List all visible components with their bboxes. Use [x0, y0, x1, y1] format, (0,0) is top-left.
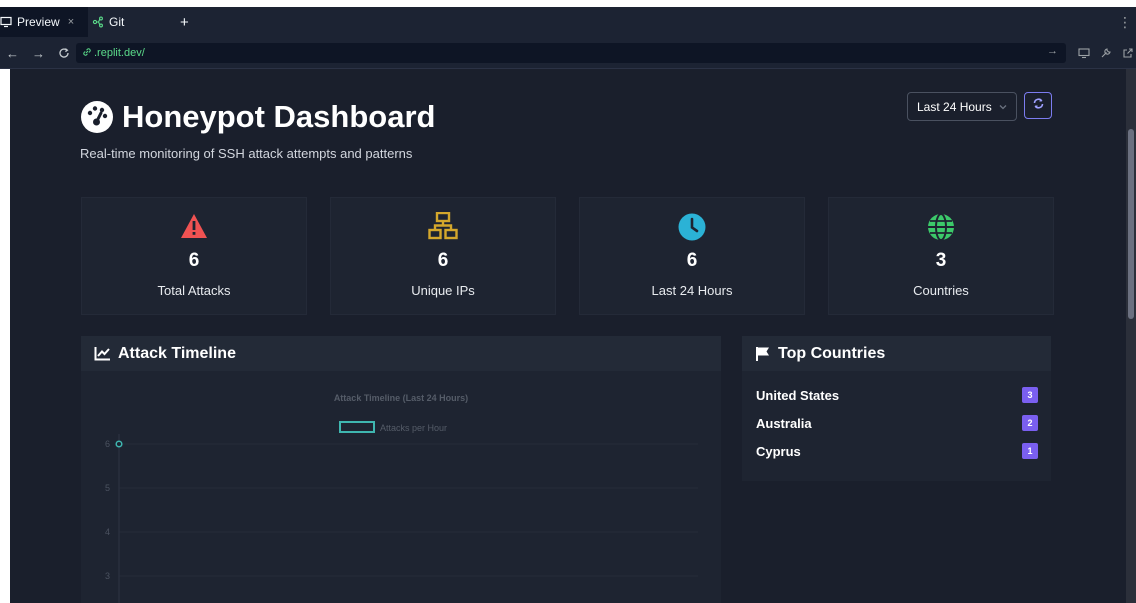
country-row: United States 3 [756, 385, 1038, 405]
devices-icon[interactable] [1078, 37, 1090, 69]
close-tab-icon[interactable]: × [68, 16, 74, 28]
chart-title: Attack Timeline (Last 24 Hours) [334, 393, 468, 403]
monitor-icon [0, 16, 12, 28]
y-tick-label: 5 [105, 483, 110, 493]
stat-card-countries: 3 Countries [828, 197, 1054, 315]
url-text: .replit.dev/ [94, 47, 145, 59]
count-badge: 3 [1022, 387, 1038, 403]
top-countries-title: Top Countries [778, 344, 886, 362]
country-name: United States [756, 387, 840, 403]
attack-timeline-header: Attack Timeline [81, 336, 721, 371]
dashboard-page: Honeypot Dashboard Real-time monitoring … [10, 69, 1126, 603]
gauge-icon [80, 100, 114, 134]
warning-triangle-icon [82, 212, 306, 240]
chart-series [115, 440, 123, 448]
page-subtitle: Real-time monitoring of SSH attack attem… [80, 146, 413, 161]
page-scrollbar[interactable] [1126, 69, 1136, 603]
legend-label[interactable]: Attacks per Hour [380, 423, 447, 433]
address-field[interactable]: .replit.dev/ → [76, 43, 1066, 63]
tab-preview-label: Preview [17, 15, 60, 29]
tab-git-label: Git [109, 15, 125, 29]
stat-value: 6 [686, 250, 698, 271]
stat-card-unique-ips: 6 Unique IPs [330, 197, 556, 315]
attack-timeline-chart: Attack Timeline (Last 24 Hours) Attacks … [105, 393, 698, 603]
y-tick-label: 4 [105, 527, 110, 537]
browser-tab-bar: Preview × Git + ⋮ [0, 7, 1136, 37]
attack-timeline-title: Attack Timeline [118, 344, 236, 362]
tab-preview[interactable]: Preview × [0, 7, 88, 37]
stat-label: Countries [913, 283, 969, 298]
stat-label: Last 24 Hours [651, 283, 733, 298]
stat-card-last-24-hours: 6 Last 24 Hours [579, 197, 805, 315]
page-title: Honeypot Dashboard [80, 95, 435, 139]
chart-grid [119, 443, 698, 577]
forward-arrow-icon[interactable]: → [32, 37, 45, 69]
stat-value: 6 [188, 250, 200, 271]
stat-label: Total Attacks [157, 283, 231, 298]
wrench-icon[interactable] [1100, 37, 1112, 69]
stat-value: 6 [437, 250, 449, 271]
external-link-icon[interactable] [1122, 37, 1134, 69]
top-countries-panel: Top Countries United States 3 Australia … [742, 336, 1051, 481]
legend-swatch[interactable] [339, 421, 375, 433]
clock-icon [580, 212, 804, 242]
globe-icon [829, 212, 1053, 242]
git-branch-icon [92, 16, 104, 28]
time-range-value: Last 24 Hours [917, 99, 992, 114]
browser-url-bar: ← → .replit.dev/ → [0, 37, 1136, 69]
stat-label: Unique IPs [411, 283, 475, 298]
scrollbar-thumb[interactable] [1128, 129, 1134, 319]
link-icon [82, 44, 92, 62]
stat-card-total-attacks: 6 Total Attacks [81, 197, 307, 315]
go-arrow-icon[interactable]: → [1047, 45, 1058, 57]
chart-y-ticks: 6 5 4 3 [105, 439, 110, 581]
stat-value: 3 [935, 250, 947, 271]
time-range-select[interactable]: Last 24 Hours [907, 92, 1017, 121]
page-title-text: Honeypot Dashboard [122, 99, 436, 134]
attack-timeline-panel: Attack Timeline Attack Timeline (Last 24… [81, 336, 721, 603]
country-name: Cyprus [756, 443, 801, 459]
network-icon [331, 212, 555, 240]
count-badge: 1 [1022, 443, 1038, 459]
reload-icon[interactable] [58, 37, 70, 69]
y-tick-label: 6 [105, 439, 110, 449]
more-vertical-icon[interactable]: ⋮ [1118, 7, 1132, 37]
tab-git[interactable]: Git [92, 7, 172, 37]
data-point[interactable] [115, 440, 123, 448]
flag-icon [755, 346, 771, 362]
line-chart-icon [94, 346, 111, 361]
new-tab-button[interactable]: + [180, 7, 189, 37]
preview-viewport: Honeypot Dashboard Real-time monitoring … [0, 69, 1136, 603]
chevron-down-icon [998, 101, 1008, 115]
country-row: Australia 2 [756, 413, 1038, 433]
y-tick-label: 3 [105, 571, 110, 581]
refresh-button[interactable] [1024, 92, 1052, 119]
refresh-icon [1032, 97, 1045, 115]
top-countries-header: Top Countries [742, 336, 1051, 371]
country-name: Australia [756, 415, 812, 431]
count-badge: 2 [1022, 415, 1038, 431]
back-arrow-icon[interactable]: ← [6, 37, 19, 69]
country-row: Cyprus 1 [756, 441, 1038, 461]
